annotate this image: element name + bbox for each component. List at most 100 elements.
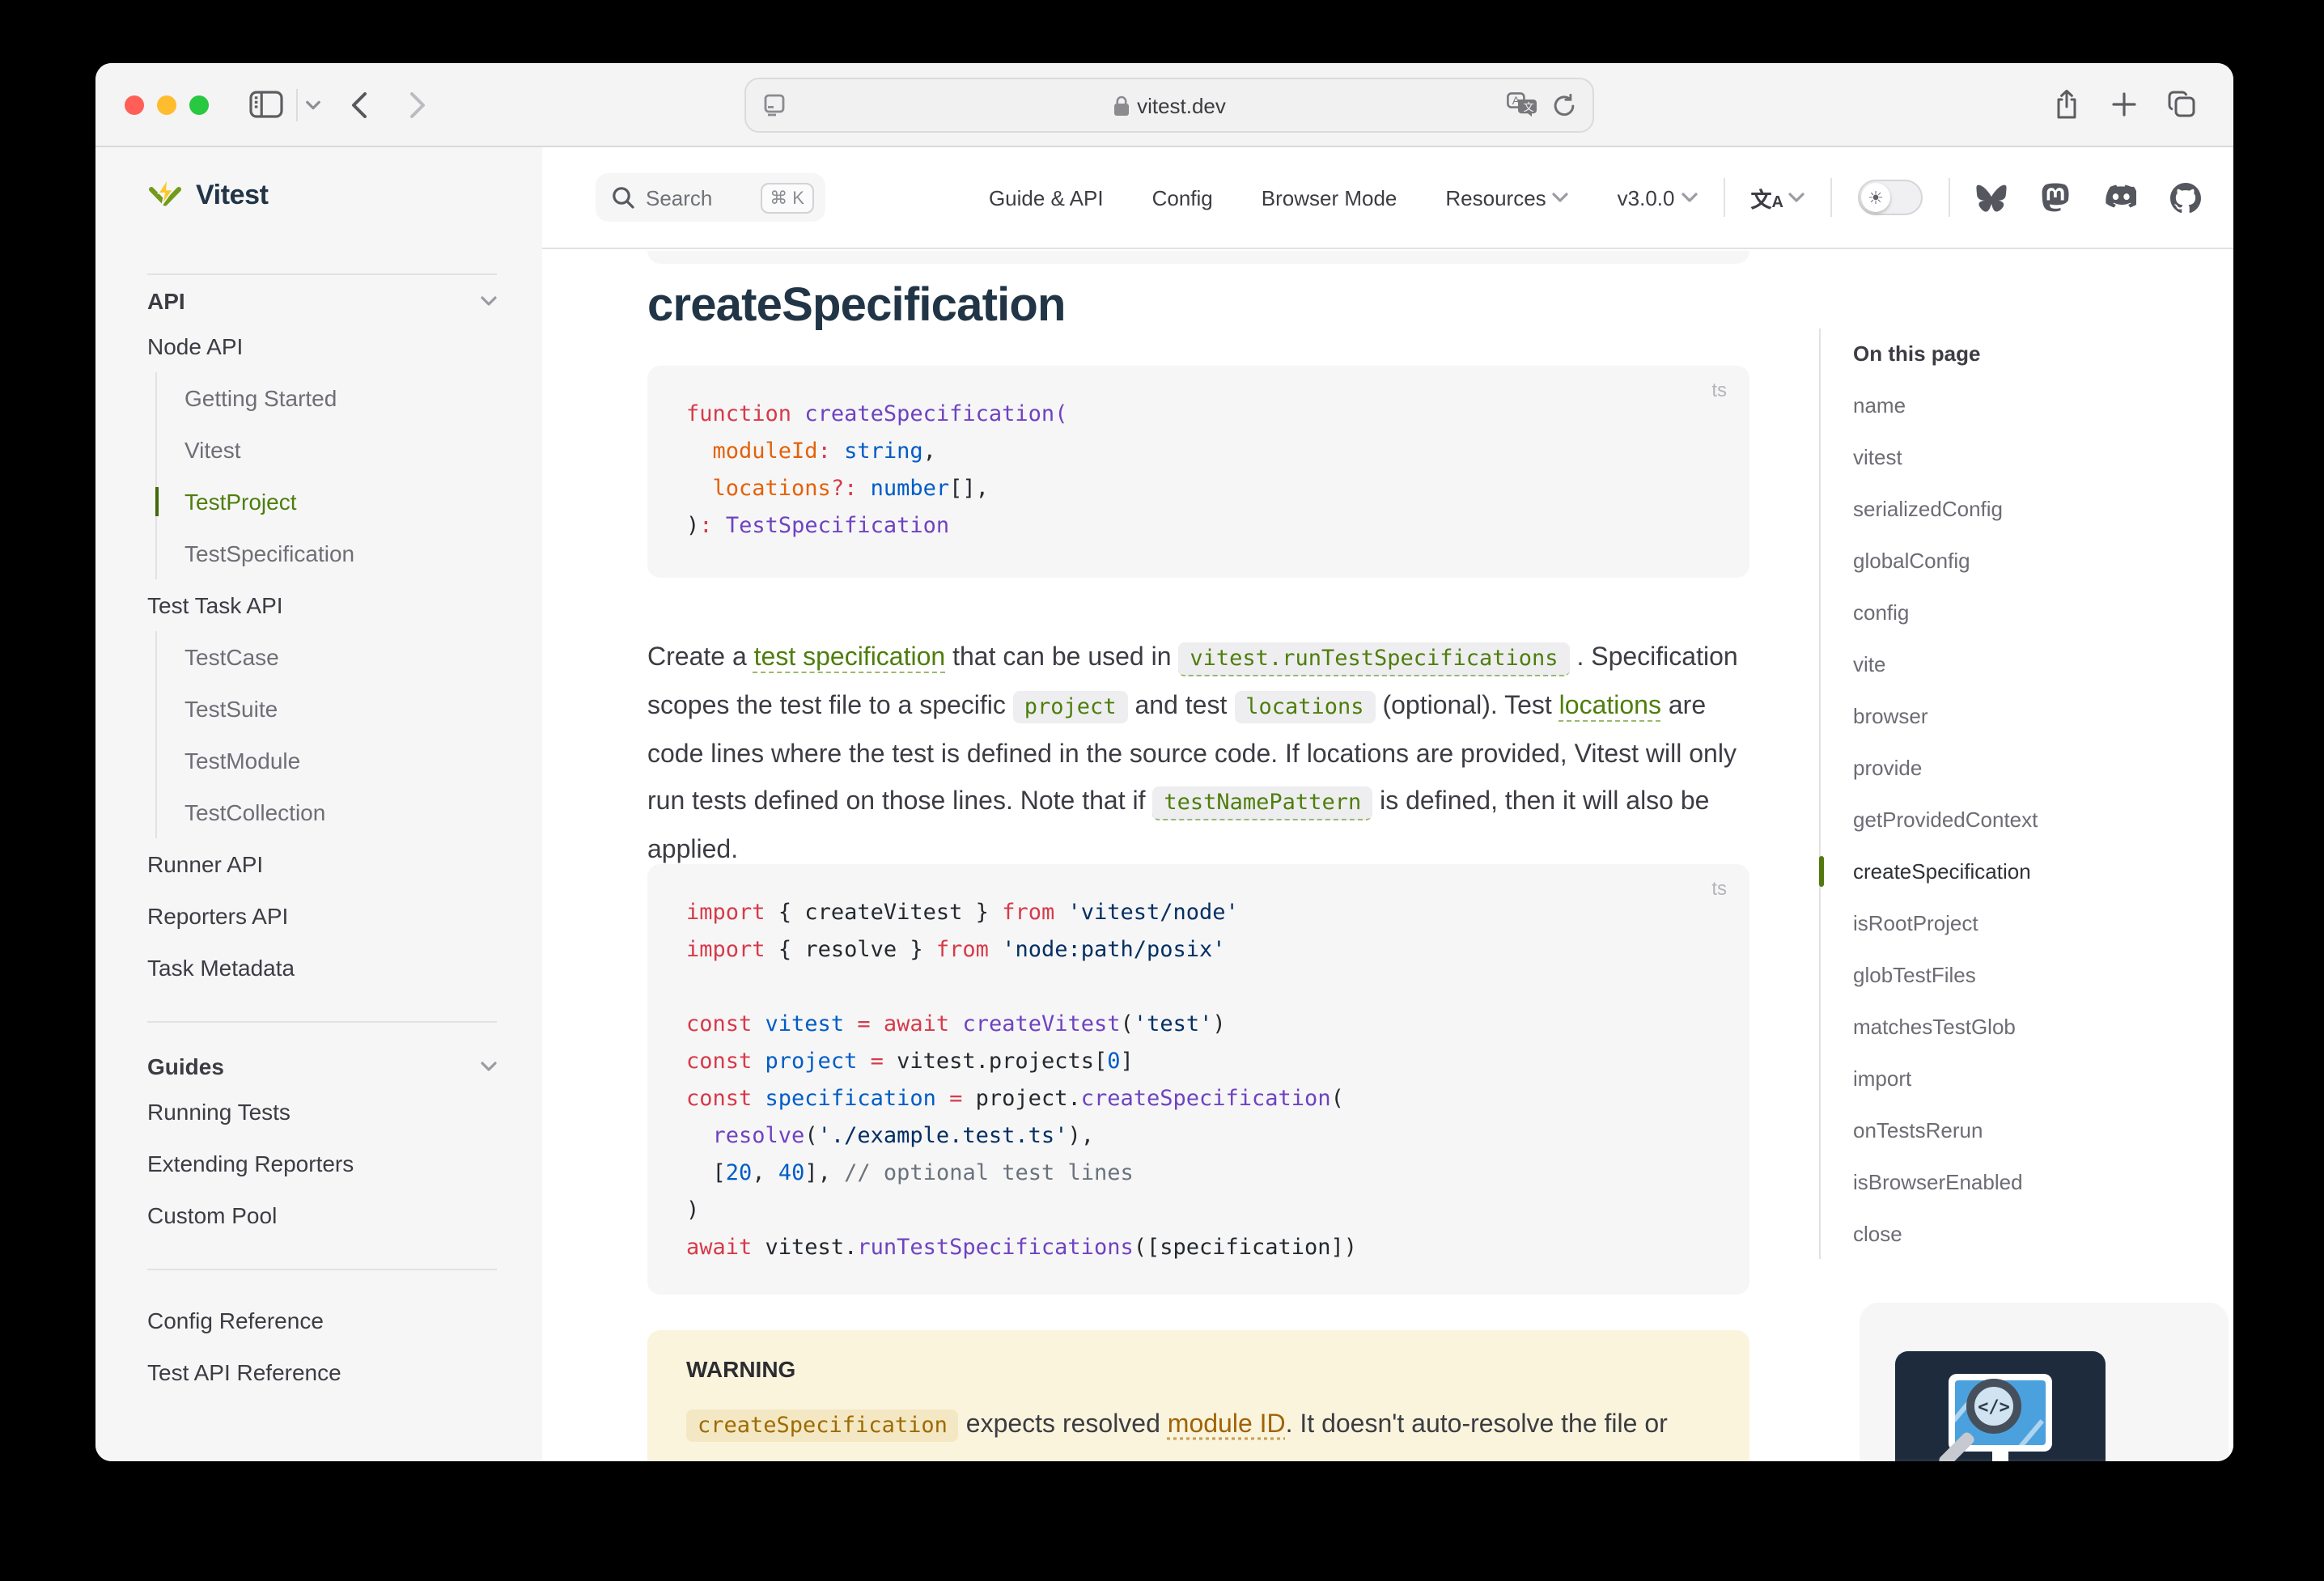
search-button[interactable]: Search ⌘ K: [596, 173, 825, 222]
nav-link[interactable]: Resources: [1445, 185, 1568, 210]
sidebar-item[interactable]: Running Tests: [147, 1086, 497, 1138]
social-links: [1976, 182, 2201, 213]
sidebar-item[interactable]: TestModule: [184, 735, 497, 786]
inline-code-link[interactable]: testNamePattern: [1152, 786, 1372, 820]
code-line: const project = vitest.projects[0]: [686, 1044, 1711, 1081]
new-tab-icon[interactable]: [2112, 92, 2136, 117]
outline-link[interactable]: close: [1853, 1207, 2207, 1259]
theme-toggle[interactable]: ☀: [1858, 180, 1923, 215]
warning-title: WARNING: [686, 1356, 1711, 1382]
outline-link[interactable]: provide: [1853, 741, 2207, 793]
sidebar-subgroup: Getting StartedVitestTestProjectTestSpec…: [155, 372, 497, 579]
sidebar-group-title[interactable]: Guides: [147, 1047, 497, 1086]
discord-icon[interactable]: [2104, 184, 2136, 210]
sidebar-chevron-icon[interactable]: [306, 100, 320, 110]
nav-link[interactable]: v3.0.0: [1618, 185, 1698, 210]
text-link[interactable]: test specification: [754, 644, 946, 672]
on-this-page: On this page namevitestserializedConfigg…: [1819, 328, 2207, 1259]
text-run: expects resolved: [959, 1411, 1168, 1439]
outline-link[interactable]: isBrowserEnabled: [1853, 1155, 2207, 1207]
sidebar-item[interactable]: Extending Reporters: [147, 1138, 497, 1189]
text-link[interactable]: locations: [1559, 693, 1661, 720]
text-run: (optional). Test: [1376, 693, 1559, 720]
address-bar[interactable]: vitest.dev A 文: [744, 78, 1594, 133]
search-label: Search: [646, 185, 712, 210]
ad-image: </>: [1895, 1351, 2106, 1461]
text-link[interactable]: module ID: [1168, 1411, 1286, 1439]
outline-link[interactable]: vite: [1853, 638, 2207, 689]
code-line: import { createVitest } from 'vitest/nod…: [686, 895, 1711, 932]
share-icon[interactable]: [2054, 89, 2080, 121]
mastodon-icon[interactable]: [2041, 182, 2070, 213]
sidebar-item[interactable]: Custom Pool: [147, 1189, 497, 1241]
reload-icon[interactable]: [1552, 92, 1576, 118]
sidebar-item[interactable]: Task Metadata: [147, 942, 497, 994]
sidebar-divider: [147, 273, 497, 275]
outline-link[interactable]: globalConfig: [1853, 534, 2207, 586]
code-line: const vitest = await createVitest('test'…: [686, 1007, 1711, 1044]
code-line: locations?: number[],: [686, 471, 1711, 508]
outline-link[interactable]: name: [1853, 379, 2207, 430]
outline-link[interactable]: browser: [1853, 689, 2207, 741]
sidebar-item[interactable]: TestSpecification: [184, 528, 497, 579]
minimize-window-button[interactable]: [157, 95, 176, 115]
search-shortcut: ⌘ K: [760, 182, 814, 213]
code-line: moduleId: string,: [686, 434, 1711, 471]
sidebar-item[interactable]: Node API: [147, 320, 497, 372]
sidebar-item[interactable]: Test API Reference: [147, 1346, 497, 1398]
sidebar-item[interactable]: Vitest: [184, 424, 497, 476]
outline-link[interactable]: isRootProject: [1853, 896, 2207, 948]
code-magnifier-icon: </>: [1966, 1379, 2021, 1434]
inline-code: createSpecification: [686, 1409, 959, 1442]
code-block-example[interactable]: ts import { createVitest } from 'vitest/…: [647, 864, 1749, 1295]
forward-button[interactable]: [409, 92, 426, 118]
outline-link[interactable]: vitest: [1853, 430, 2207, 482]
inline-code: locations: [1234, 691, 1375, 723]
sidebar-toggle-icon[interactable]: [249, 91, 283, 118]
translate-icon[interactable]: A 文: [1507, 92, 1537, 117]
sidebar-item[interactable]: Reporters API: [147, 890, 497, 942]
nav-link[interactable]: Config: [1152, 185, 1213, 210]
sidebar-item[interactable]: TestProject: [184, 476, 497, 528]
sidebar-item[interactable]: Test Task API: [147, 579, 497, 631]
outline-link[interactable]: globTestFiles: [1853, 948, 2207, 1000]
sidebar-item[interactable]: TestSuite: [184, 683, 497, 735]
code-lang-badge: ts: [1711, 379, 1727, 401]
code-line: [20, 40], // optional test lines: [686, 1155, 1711, 1193]
chevron-down-icon: [1682, 193, 1698, 202]
page-title: createSpecification: [647, 280, 1066, 333]
outline-link[interactable]: getProvidedContext: [1853, 793, 2207, 845]
sidebar-item[interactable]: Config Reference: [147, 1295, 497, 1346]
sidebar-item[interactable]: TestCase: [184, 631, 497, 683]
chevron-down-icon: [481, 1062, 497, 1071]
nav-divider: [1724, 178, 1725, 217]
close-window-button[interactable]: [125, 95, 144, 115]
code-line: resolve('./example.test.ts'),: [686, 1118, 1711, 1155]
outline-link[interactable]: createSpecification: [1853, 845, 2207, 896]
inline-code-link[interactable]: vitest.runTestSpecifications: [1178, 642, 1569, 676]
brand[interactable]: Vitest: [147, 176, 497, 215]
ad-card[interactable]: </>: [1860, 1303, 2229, 1461]
outline-link[interactable]: matchesTestGlob: [1853, 1000, 2207, 1052]
bluesky-icon[interactable]: [1976, 184, 2007, 211]
outline-link[interactable]: config: [1853, 586, 2207, 638]
outline-link[interactable]: import: [1853, 1052, 2207, 1104]
back-button[interactable]: [351, 92, 367, 118]
github-icon[interactable]: [2170, 182, 2201, 213]
sidebar-item[interactable]: Runner API: [147, 838, 497, 890]
text-run: and test: [1128, 693, 1235, 720]
zoom-window-button[interactable]: [189, 95, 209, 115]
nav-link[interactable]: Browser Mode: [1262, 185, 1397, 210]
sidebar-subgroup: TestCaseTestSuiteTestModuleTestCollectio…: [155, 631, 497, 838]
outline-link[interactable]: onTestsRerun: [1853, 1104, 2207, 1155]
nav-link[interactable]: Guide & API: [989, 185, 1104, 210]
sidebar-group-title[interactable]: API: [147, 282, 497, 320]
tab-overview-icon[interactable]: [2167, 91, 2196, 118]
language-menu[interactable]: 文A: [1751, 182, 1805, 213]
outline-link[interactable]: serializedConfig: [1853, 482, 2207, 534]
sidebar-item[interactable]: TestCollection: [184, 786, 497, 838]
vitest-logo-icon: [147, 178, 183, 214]
sidebar-item[interactable]: Getting Started: [184, 372, 497, 424]
code-block-signature[interactable]: ts function createSpecification( moduleI…: [647, 366, 1749, 578]
translate-nav-icon: 文A: [1751, 182, 1784, 213]
